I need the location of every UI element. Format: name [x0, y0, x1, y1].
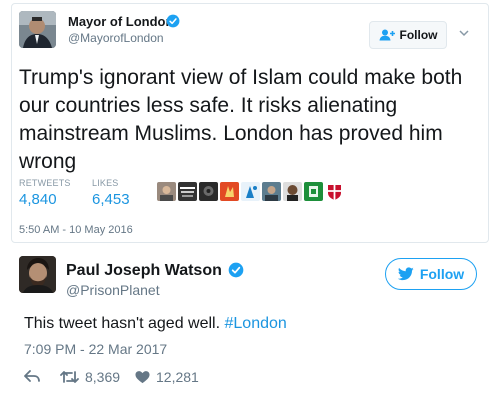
follow-mayor-label: Follow [399, 28, 438, 42]
likes-label: LIKES [92, 178, 119, 188]
mayor-handle[interactable]: @MayorofLondon [68, 31, 164, 45]
retweet-count: 8,369 [85, 369, 121, 385]
liker-avatar[interactable] [199, 182, 218, 201]
watson-avatar-image [19, 256, 56, 293]
follow-user-icon [379, 29, 395, 41]
follow-watson-label: Follow [419, 266, 465, 282]
mayor-display-name[interactable]: Mayor of London [68, 14, 173, 29]
retweet-icon [60, 371, 79, 383]
reply-button[interactable] [24, 369, 40, 383]
liker-avatar[interactable] [178, 182, 197, 201]
chevron-down-icon[interactable] [458, 28, 470, 38]
retweet-button[interactable]: 8,369 [60, 369, 120, 385]
quoted-tweet-text: Trump's ignorant view of Islam could mak… [19, 66, 463, 173]
reply-icon [24, 370, 40, 382]
reply-tweet-body: This tweet hasn't aged well. [24, 315, 225, 332]
mayor-avatar[interactable] [19, 11, 56, 48]
likes-stat[interactable]: LIKES 6,453 [92, 178, 130, 208]
london-hashtag-link[interactable]: #London [225, 315, 287, 332]
reply-tweet-timestamp[interactable]: 7:09 PM - 22 Mar 2017 [24, 341, 167, 357]
like-button[interactable]: 12,281 [135, 369, 199, 385]
verified-badge-icon [166, 14, 180, 28]
mayor-avatar-image [19, 11, 56, 48]
heart-icon [135, 371, 150, 384]
like-count: 12,281 [156, 369, 199, 385]
retweets-label: RETWEETS [19, 178, 71, 188]
retweets-count: 4,840 [19, 191, 57, 208]
liker-avatar[interactable] [283, 182, 302, 201]
liker-avatar[interactable] [262, 182, 281, 201]
likes-count: 6,453 [92, 191, 130, 208]
liker-avatar[interactable] [304, 182, 323, 201]
liker-avatar[interactable] [325, 182, 344, 201]
retweets-stat[interactable]: RETWEETS 4,840 [19, 178, 71, 208]
follow-watson-button[interactable]: Follow [385, 258, 477, 290]
twitter-bird-icon [397, 267, 414, 281]
quoted-tweet-timestamp[interactable]: 5:50 AM - 10 May 2016 [19, 224, 133, 236]
reply-tweet-text: This tweet hasn't aged well. #London [24, 315, 287, 333]
liker-avatar[interactable] [157, 182, 176, 201]
watson-avatar[interactable] [19, 256, 56, 293]
follow-mayor-button[interactable]: Follow [369, 21, 447, 49]
watson-handle[interactable]: @PrisonPlanet [66, 282, 160, 298]
liker-avatar[interactable] [241, 182, 260, 201]
watson-display-name[interactable]: Paul Joseph Watson [66, 262, 222, 280]
verified-badge-icon [228, 262, 244, 278]
liker-avatar[interactable] [220, 182, 239, 201]
